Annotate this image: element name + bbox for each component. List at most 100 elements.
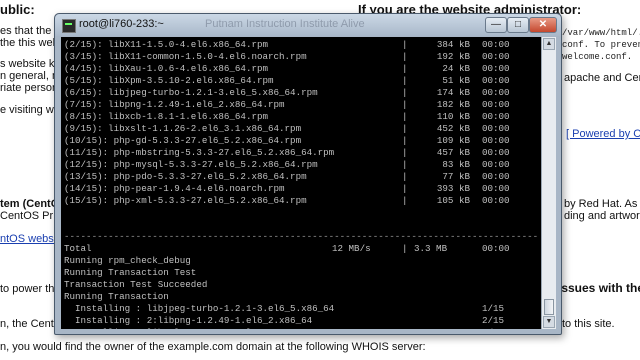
vertical-scrollbar[interactable]: ▲ ▼ <box>541 37 556 329</box>
column-separator: | <box>402 111 408 122</box>
column-separator: | <box>402 39 408 50</box>
install-row: Installing : libxslt-1.1.26-2.el6_3.1.x8… <box>64 327 538 329</box>
download-package: (3/15): libX11-common-1.5.0-4.el6.noarch… <box>64 51 307 62</box>
download-package: (9/15): libxslt-1.1.26-2.el6_3.1.x86_64.… <box>64 123 302 134</box>
column-separator: | <box>402 87 408 98</box>
install-row: Installing : libjpeg-turbo-1.2.1-3.el6_5… <box>64 303 538 315</box>
download-time: 00:00 <box>482 99 510 110</box>
page-text-line: n, the Centi <box>0 318 57 330</box>
download-package: (14/15): php-pear-1.9.4-4.el6.noarch.rpm <box>64 183 285 194</box>
terminal-app-icon[interactable] <box>62 19 76 33</box>
download-size: 109 kB <box>436 135 470 146</box>
download-package: (7/15): libpng-1.2.49-1.el6_2.x86_64.rpm <box>64 99 285 110</box>
column-separator: | <box>402 195 408 206</box>
column-separator: | <box>402 147 408 158</box>
status-message: Transaction Test Succeeded <box>64 279 208 290</box>
download-time: 00:00 <box>482 159 510 170</box>
minimize-button[interactable]: — <box>485 17 507 33</box>
download-time: 00:00 <box>482 183 510 194</box>
separator-line: ----------------------------------------… <box>64 231 538 242</box>
status-message: Running rpm_check_debug <box>64 255 191 266</box>
install-count: 2/15 <box>482 315 505 326</box>
total-time: 00:00 <box>482 243 510 254</box>
page-text-line: to this site. <box>562 318 615 330</box>
total-row: Total 12 MB/s | 3.3 MB 00:00 <box>64 243 538 255</box>
download-package: (11/15): php-mbstring-5.3.3-27.el6_5.2.x… <box>64 147 335 158</box>
overlay-watermark-text: Putnam Instruction Institute Alive <box>205 18 365 30</box>
status-message: Running Transaction <box>64 291 169 302</box>
page-text-line: s website kn <box>0 58 61 70</box>
download-row: (12/15): php-mysql-5.3.3-27.el6_5.2.x86_… <box>64 159 538 171</box>
page-code-line: welcome.conf. <box>562 52 633 62</box>
heading-public: ublic: <box>0 2 35 17</box>
download-time: 00:00 <box>482 123 510 134</box>
download-size: 174 kB <box>436 87 470 98</box>
column-separator: | <box>402 51 408 62</box>
terminal-output[interactable]: (2/15): libX11-1.5.0-4.el6.x86_64.rpm | 38… <box>61 37 541 329</box>
download-size: 110 kB <box>436 111 470 122</box>
download-time: 00:00 <box>482 135 510 146</box>
download-size: 457 kB <box>436 147 470 158</box>
page-text-line: e visiting w <box>0 104 54 116</box>
page-text-line: CentOS Pr <box>0 210 54 222</box>
page-code-line: conf. To prevent t <box>562 40 640 50</box>
download-time: 00:00 <box>482 87 510 98</box>
download-package: (15/15): php-xml-5.3.3-27.el6_5.2.x86_64… <box>64 195 307 206</box>
download-time: 00:00 <box>482 171 510 182</box>
total-rate: 12 MB/s <box>332 243 371 254</box>
install-count: 1/15 <box>482 303 505 314</box>
close-button[interactable]: ✕ <box>529 17 557 33</box>
install-package: Installing : libxslt-1.1.26-2.el6_3.1.x8… <box>64 327 318 329</box>
download-size: 452 kB <box>436 123 470 134</box>
download-row: (8/15): libxcb-1.8.1-1.el6.x86_64.rpm | 11… <box>64 111 538 123</box>
page-text-line: n general, m <box>0 70 62 82</box>
download-row: (11/15): php-mbstring-5.3.3-27.el6_5.2.x… <box>64 147 538 159</box>
download-row: (5/15): libXpm-3.5.10-2.el6.x86_64.rpm | 5… <box>64 75 538 87</box>
page-text-line: riate persor <box>0 82 56 94</box>
page-text-line: tem (CentO <box>0 198 60 210</box>
download-package: (4/15): libXau-1.0.6-4.el6.x86_64.rpm <box>64 63 268 74</box>
download-row: (4/15): libXau-1.0.6-4.el6.x86_64.rpm | 24… <box>64 63 538 75</box>
scroll-down-arrow-icon[interactable]: ▼ <box>543 316 555 328</box>
download-row: (3/15): libX11-common-1.5.0-4.el6.noarch… <box>64 51 538 63</box>
download-size: 24 kB <box>442 63 470 74</box>
page-text-line: issues with the <box>558 281 640 295</box>
column-separator: | <box>402 63 408 74</box>
download-package: (2/15): libX11-1.5.0-4.el6.x86_64.rpm <box>64 39 268 50</box>
download-size: 105 kB <box>436 195 470 206</box>
install-count: 3/15 <box>482 327 504 329</box>
scroll-up-arrow-icon[interactable]: ▲ <box>543 38 555 50</box>
total-label: Total <box>64 243 92 254</box>
column-separator: | <box>402 159 408 170</box>
download-time: 00:00 <box>482 39 510 50</box>
scrollbar-thumb[interactable] <box>544 299 554 315</box>
download-time: 00:00 <box>482 147 510 158</box>
download-package: (12/15): php-mysql-5.3.3-27.el6_5.2.x86_… <box>64 159 318 170</box>
download-package: (6/15): libjpeg-turbo-1.2.1-3.el6_5.x86_… <box>64 87 318 98</box>
download-time: 00:00 <box>482 75 510 86</box>
column-separator: | <box>402 183 408 194</box>
download-time: 00:00 <box>482 51 510 62</box>
terminal-window[interactable]: root@li760-233:~ Putnam Instruction Inst… <box>54 13 562 335</box>
download-row: (9/15): libxslt-1.1.26-2.el6_3.1.x86_64.… <box>64 123 538 135</box>
download-row: (14/15): php-pear-1.9.4-4.el6.noarch.rpm… <box>64 183 538 195</box>
total-size: 3.3 MB <box>414 243 448 254</box>
column-separator: | <box>402 75 408 86</box>
download-size: 77 kB <box>442 171 470 182</box>
page-text-line: apache and CentO <box>564 72 640 84</box>
download-package: (13/15): php-pdo-5.3.3-27.el6_5.2.x86_64… <box>64 171 307 182</box>
download-size: 192 kB <box>436 51 470 62</box>
total-size-separator: | <box>402 243 408 254</box>
maximize-button[interactable]: □ <box>507 17 529 33</box>
download-row: (6/15): libjpeg-turbo-1.2.1-3.el6_5.x86_… <box>64 87 538 99</box>
download-row: (13/15): php-pdo-5.3.3-27.el6_5.2.x86_64… <box>64 171 538 183</box>
title-bar[interactable]: root@li760-233:~ Putnam Instruction Inst… <box>55 14 561 36</box>
centos-website-link[interactable]: ntOS websi <box>0 233 56 245</box>
download-size: 51 kB <box>442 75 470 86</box>
download-size: 182 kB <box>436 99 470 110</box>
column-separator: | <box>402 123 408 134</box>
install-package: Installing : 2:libpng-1.2.49-1.el6_2.x86… <box>64 315 313 326</box>
powered-by-link[interactable]: [ Powered by C <box>566 128 640 140</box>
download-row: (15/15): php-xml-5.3.3-27.el6_5.2.x86_64… <box>64 195 538 207</box>
download-size: 83 kB <box>442 159 470 170</box>
